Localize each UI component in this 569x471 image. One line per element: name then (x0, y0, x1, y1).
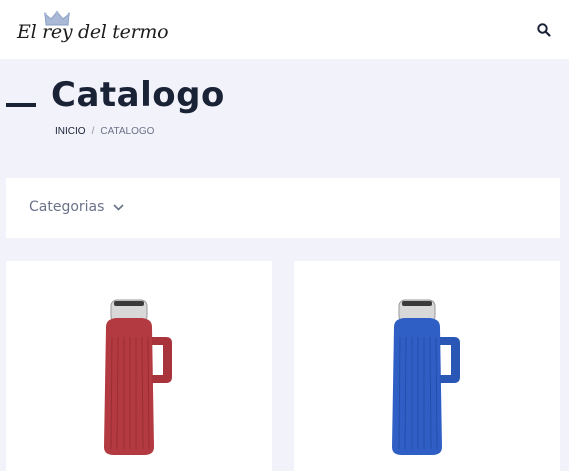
product-image-thermos-red[interactable] (96, 297, 172, 457)
product-card[interactable] (6, 261, 272, 471)
search-icon[interactable] (536, 22, 552, 38)
breadcrumb-separator: / (91, 126, 95, 137)
categories-label: Categorias (29, 199, 105, 215)
breadcrumb: INICIO / CATALOGO (55, 126, 154, 137)
chevron-down-icon (113, 204, 125, 211)
logo-text: El rey del termo (17, 21, 169, 43)
title-accent-dash (6, 103, 36, 107)
site-logo[interactable]: El rey del termo (17, 11, 169, 51)
product-card[interactable] (294, 261, 560, 471)
product-image-thermos-blue[interactable] (384, 297, 460, 457)
categories-dropdown[interactable]: Categorias (29, 197, 125, 217)
breadcrumb-current: CATALOGO (100, 126, 155, 137)
category-filter-bar: Categorias (6, 178, 560, 238)
page-title: Catalogo (51, 75, 225, 115)
site-header: El rey del termo (0, 0, 569, 59)
breadcrumb-home-link[interactable]: INICIO (55, 126, 86, 137)
